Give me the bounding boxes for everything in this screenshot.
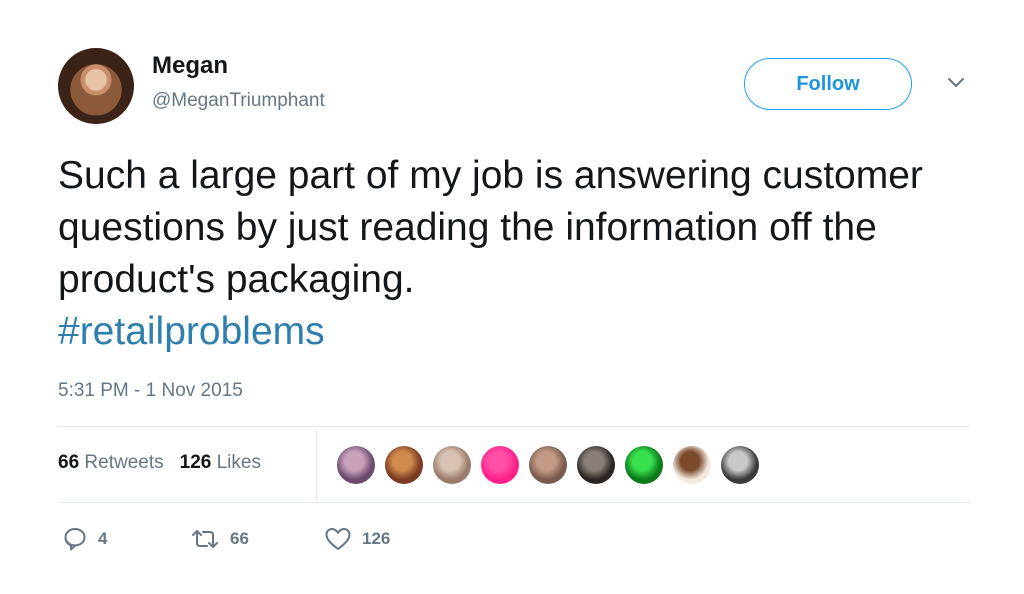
tweet-actions: 4 66 126 bbox=[62, 526, 390, 552]
reply-icon bbox=[64, 528, 86, 551]
like-count: 126 bbox=[362, 529, 391, 548]
stats-separator bbox=[316, 430, 317, 500]
like-action[interactable]: 126 bbox=[324, 526, 390, 552]
retweets-stat[interactable]: 66 Retweets bbox=[58, 452, 164, 474]
retweet-count: 66 bbox=[230, 529, 249, 548]
hashtag-link[interactable]: #retailproblems bbox=[58, 306, 958, 358]
liker-avatar[interactable] bbox=[529, 446, 567, 484]
chevron-down-icon[interactable] bbox=[946, 76, 966, 90]
engagement-stats: 66 Retweets 126 Likes bbox=[58, 452, 261, 474]
liker-avatar[interactable] bbox=[577, 446, 615, 484]
retweet-action[interactable]: 66 bbox=[190, 527, 324, 551]
liker-avatar[interactable] bbox=[673, 446, 711, 484]
tweet-body: Such a large part of my job is answering… bbox=[58, 154, 923, 301]
follow-button[interactable]: Follow bbox=[744, 58, 912, 110]
likes-count: 126 bbox=[179, 452, 212, 473]
user-name[interactable]: Megan bbox=[152, 52, 228, 80]
likes-label: Likes bbox=[216, 452, 261, 473]
divider-bottom bbox=[58, 502, 970, 503]
liker-avatar[interactable] bbox=[721, 446, 759, 484]
retweets-count: 66 bbox=[58, 452, 80, 473]
reply-count: 4 bbox=[98, 529, 108, 548]
divider-top bbox=[58, 426, 970, 427]
retweets-label: Retweets bbox=[84, 452, 164, 473]
tweet-timestamp[interactable]: 5:31 PM - 1 Nov 2015 bbox=[58, 380, 243, 402]
liker-avatar[interactable] bbox=[433, 446, 471, 484]
likes-stat[interactable]: 126 Likes bbox=[180, 452, 261, 474]
tweet-text: Such a large part of my job is answering… bbox=[58, 150, 958, 358]
heart-icon bbox=[325, 528, 351, 550]
liker-avatar[interactable] bbox=[481, 446, 519, 484]
retweet-icon bbox=[192, 530, 218, 548]
liker-avatar[interactable] bbox=[385, 446, 423, 484]
avatar[interactable] bbox=[58, 48, 134, 124]
user-handle[interactable]: @MeganTriumphant bbox=[152, 90, 325, 112]
liker-avatar[interactable] bbox=[337, 446, 375, 484]
reply-action[interactable]: 4 bbox=[62, 526, 190, 552]
liker-avatars bbox=[337, 446, 759, 484]
liker-avatar[interactable] bbox=[625, 446, 663, 484]
